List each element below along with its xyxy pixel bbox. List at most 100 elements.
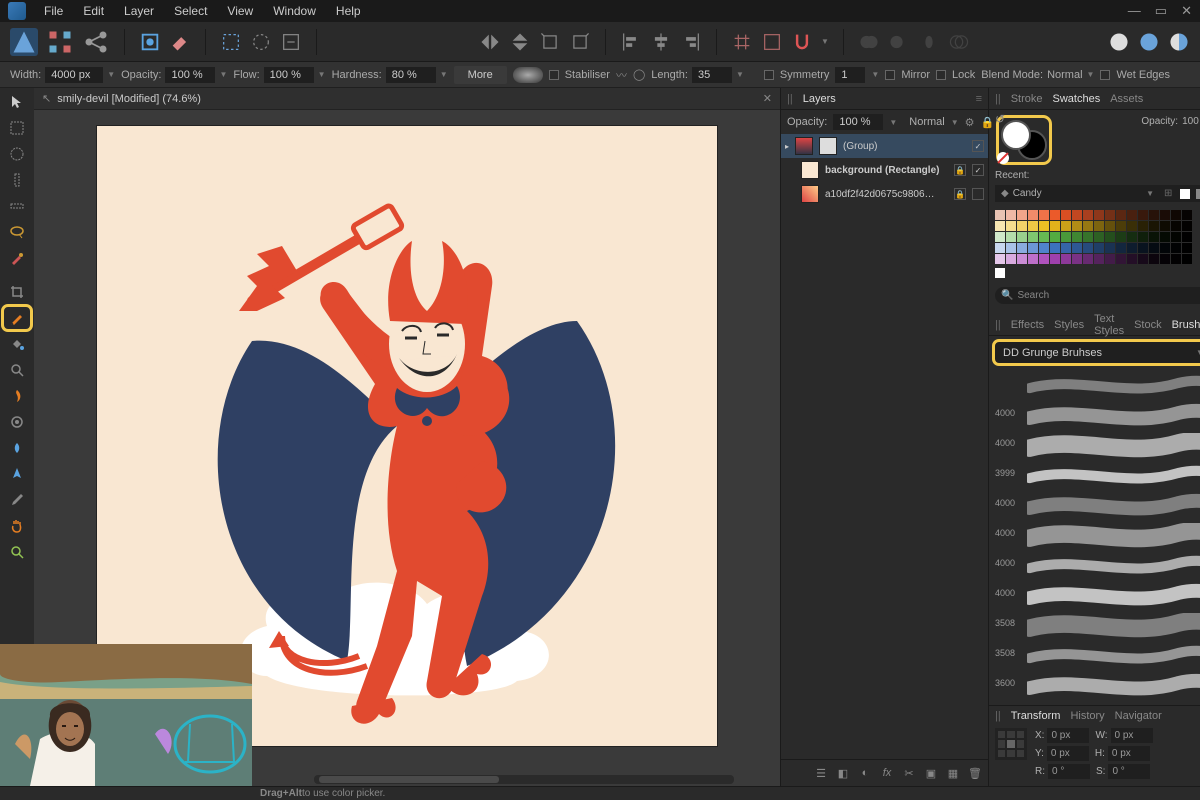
add-pixel-icon[interactable]: ▦ (946, 766, 960, 780)
swatch[interactable] (1083, 243, 1093, 253)
opacity-input[interactable] (165, 67, 215, 83)
chevron-down-icon[interactable]: ▼ (889, 118, 897, 127)
swatch[interactable] (1083, 254, 1093, 264)
column-marquee-tool[interactable] (3, 168, 31, 192)
swatch[interactable] (995, 254, 1005, 264)
swatch[interactable] (1160, 232, 1170, 242)
dodge-tool[interactable] (3, 410, 31, 434)
swatch[interactable] (1105, 254, 1115, 264)
layer-group[interactable]: ▸ (Group) (781, 134, 988, 158)
swatch[interactable] (1094, 232, 1104, 242)
flow-input[interactable] (264, 67, 314, 83)
crop-icon[interactable]: ✂ (902, 766, 916, 780)
gear-icon[interactable]: ⚙ (965, 116, 975, 129)
wetedges-checkbox[interactable] (1100, 70, 1110, 80)
chevron-down-icon[interactable]: ▼ (219, 70, 227, 79)
swatch[interactable] (1105, 221, 1115, 231)
swatch[interactable] (1171, 232, 1181, 242)
boolean-sub-icon[interactable] (888, 31, 910, 53)
close-tab-icon[interactable]: ✕ (763, 92, 772, 105)
hardness-input[interactable] (386, 67, 436, 83)
swatch[interactable] (1160, 221, 1170, 231)
chevron-down-icon[interactable]: ▼ (1087, 70, 1095, 79)
swatch[interactable] (1094, 254, 1104, 264)
swatch[interactable] (1050, 254, 1060, 264)
chevron-down-icon[interactable]: ▼ (1146, 189, 1154, 198)
textstyles-tab[interactable]: Text Styles (1094, 313, 1124, 337)
align-center-icon[interactable] (650, 31, 672, 53)
swatch[interactable] (1006, 243, 1016, 253)
swatch[interactable] (1160, 210, 1170, 220)
swatch[interactable] (1039, 243, 1049, 253)
swatch[interactable] (1006, 221, 1016, 231)
crop-tool[interactable] (3, 280, 31, 304)
visibility-checkbox[interactable] (972, 164, 984, 176)
swatch[interactable] (1017, 254, 1027, 264)
swatch[interactable] (1072, 210, 1082, 220)
fx-icon[interactable]: fx (880, 766, 894, 780)
s-input[interactable] (1108, 764, 1150, 779)
swatch[interactable] (1061, 210, 1071, 220)
chevron-down-icon[interactable]: ▼ (736, 70, 744, 79)
swatch[interactable] (1006, 254, 1016, 264)
swatch[interactable] (1083, 232, 1093, 242)
menu-edit[interactable]: Edit (75, 1, 112, 21)
swatch[interactable] (1050, 243, 1060, 253)
layer-image[interactable]: a10df2f42d0675c9806… 🔒 (781, 182, 988, 206)
chevron-down-icon[interactable]: ▼ (951, 118, 959, 127)
brush-item[interactable]: 3508 (995, 639, 1200, 667)
swatch[interactable] (1061, 221, 1071, 231)
pen-tool[interactable] (3, 462, 31, 486)
adjustment-icon[interactable]: ◐ (858, 766, 872, 780)
w-input[interactable] (1111, 728, 1153, 743)
swap-colors-icon[interactable]: ↺ (995, 112, 1005, 126)
swatch[interactable] (1072, 243, 1082, 253)
menu-select[interactable]: Select (166, 1, 215, 21)
swatch[interactable] (1039, 221, 1049, 231)
flood-fill-tool[interactable] (3, 332, 31, 356)
brushes-tab[interactable]: Brushes (1172, 319, 1200, 331)
swatch[interactable] (1127, 243, 1137, 253)
symmetry-checkbox[interactable] (764, 70, 774, 80)
boolean-xor-icon[interactable] (948, 31, 970, 53)
flip-v-icon[interactable] (509, 31, 531, 53)
list-view-icon[interactable]: ⊞ (1164, 188, 1172, 199)
stock-tab[interactable]: Stock (1134, 319, 1162, 331)
swatch[interactable] (1171, 210, 1181, 220)
navigator-tab[interactable]: Navigator (1115, 710, 1162, 722)
layer-stack-icon[interactable]: ☰ (814, 766, 828, 780)
swatch[interactable] (1182, 254, 1192, 264)
brush-item[interactable]: 3999 (995, 459, 1200, 487)
swatch[interactable] (1182, 221, 1192, 231)
swatch[interactable] (1116, 210, 1126, 220)
window-maximize-icon[interactable]: ▭ (1155, 3, 1167, 19)
menu-file[interactable]: File (36, 1, 71, 21)
bg-swatch[interactable] (1196, 189, 1200, 199)
brush-item[interactable]: 4000 (995, 399, 1200, 427)
mirror-checkbox[interactable] (885, 70, 895, 80)
swatch[interactable] (1127, 210, 1137, 220)
brush-item[interactable]: 4000 (995, 579, 1200, 607)
swatch[interactable] (1050, 221, 1060, 231)
swatch-opacity-value[interactable]: 100 % (1182, 116, 1200, 127)
swatch[interactable] (1105, 210, 1115, 220)
swatch[interactable] (1072, 232, 1082, 242)
menu-window[interactable]: Window (265, 1, 324, 21)
swatch[interactable] (1028, 254, 1038, 264)
swatch[interactable] (1028, 232, 1038, 242)
swatch[interactable] (1116, 232, 1126, 242)
eyedropper-tool[interactable] (3, 488, 31, 512)
symmetry-input[interactable] (835, 67, 865, 83)
swatch[interactable] (1050, 232, 1060, 242)
swatch[interactable] (995, 232, 1005, 242)
menu-view[interactable]: View (219, 1, 261, 21)
swatch-extra[interactable] (995, 268, 1005, 278)
swatch[interactable] (1072, 254, 1082, 264)
history-tab[interactable]: History (1070, 710, 1104, 722)
layer-background[interactable]: background (Rectangle) 🔒 (781, 158, 988, 182)
stabiliser-checkbox[interactable] (549, 70, 559, 80)
swatch[interactable] (1072, 221, 1082, 231)
swatch[interactable] (1149, 210, 1159, 220)
quickmask-icon[interactable] (250, 31, 272, 53)
swatch[interactable] (1182, 232, 1192, 242)
